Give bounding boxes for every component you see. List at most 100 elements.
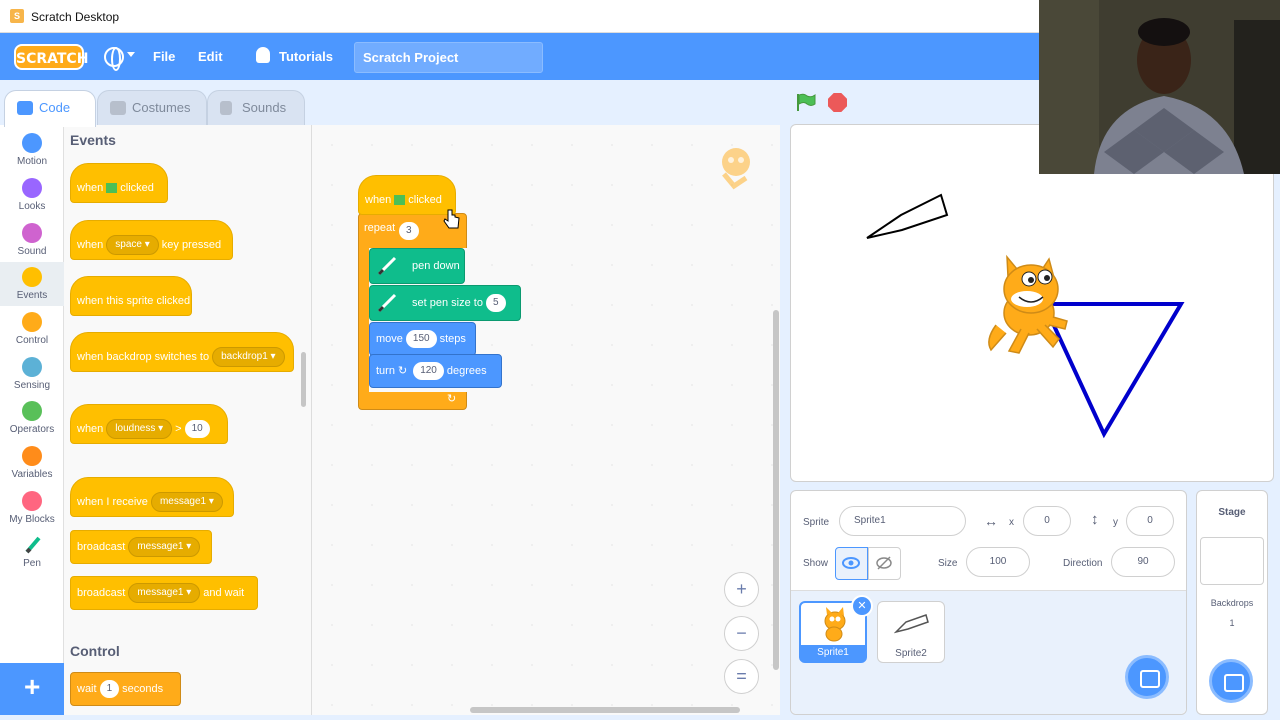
turn-degrees-block[interactable]: turn ↻ 120 degrees (369, 354, 502, 388)
category-label: Pen (23, 558, 41, 569)
size-input[interactable]: 100 (966, 547, 1030, 577)
sprite-tile-sprite2[interactable]: Sprite2 (877, 601, 945, 663)
code-icon (17, 101, 33, 115)
show-visible-button[interactable] (835, 547, 868, 580)
zoom-in-icon: + (736, 579, 747, 599)
move-steps-input[interactable]: 150 (405, 330, 437, 349)
wait-input[interactable]: 1 (99, 680, 120, 699)
variables-dot-icon (22, 446, 42, 466)
message-dropdown[interactable]: message1 ▾ (128, 537, 201, 558)
dropdown-value: message1 (137, 587, 184, 599)
when-backdrop-switches-block[interactable]: when backdrop switches to backdrop1 ▾ (70, 332, 294, 372)
key-dropdown[interactable]: space ▾ (106, 235, 159, 256)
category-label: Control (15, 335, 49, 346)
move-steps-block[interactable]: move 150 steps (369, 322, 476, 356)
category-looks[interactable]: Looks (0, 174, 64, 218)
stage-canvas[interactable] (790, 124, 1274, 482)
scratch-logo[interactable]: SCRATCH (14, 44, 88, 70)
rotate-right-icon: ↻ (397, 365, 408, 377)
zoom-in-button[interactable]: + (724, 572, 759, 607)
block-palette: Events when clicked when space ▾ key presse… (64, 125, 312, 715)
pen-down-block[interactable]: pen down (369, 248, 465, 284)
webcam-overlay (1039, 0, 1280, 174)
when-flag-clicked-block[interactable]: when clicked (70, 163, 168, 203)
file-menu[interactable]: File (153, 33, 175, 80)
show-hidden-button[interactable] (868, 547, 901, 580)
stage-thumbnail[interactable] (1200, 537, 1264, 585)
backdrops-label: Backdrops (1210, 598, 1254, 608)
category-label: Sound (17, 246, 47, 257)
stage-selector-pane[interactable]: Stage Backdrops 1 (1196, 490, 1268, 715)
category-sound[interactable]: Sound (0, 219, 64, 263)
zoom-out-button[interactable]: − (724, 616, 759, 651)
choose-backdrop-button[interactable] (1209, 659, 1253, 703)
block-text: clicked (408, 194, 442, 206)
direction-input[interactable]: 90 (1111, 547, 1175, 577)
vertical-arrows-icon: ↕ (1091, 511, 1099, 528)
my-blocks-dot-icon (22, 491, 42, 511)
block-text: wait (77, 683, 97, 695)
when-i-receive-block[interactable]: when I receive message1 ▾ (70, 477, 234, 517)
sprite-properties: Sprite Sprite1 ↔ x 0 ↕ y 0 Show Size 100… (791, 491, 1186, 591)
workspace-horizontal-scrollbar[interactable] (470, 707, 740, 713)
message-dropdown[interactable]: message1 ▾ (128, 583, 201, 604)
tab-code[interactable]: Code (4, 90, 96, 127)
code-workspace[interactable]: repeat 3 ↻ when clicked pen down set pen… (312, 125, 780, 715)
block-text: clicked (120, 182, 154, 194)
sprite-name-label: Sprite (803, 517, 830, 528)
category-motion[interactable]: Motion (0, 129, 64, 173)
zoom-out-icon: − (736, 623, 747, 643)
choose-sprite-button[interactable] (1125, 655, 1169, 699)
sprite-tile-sprite1[interactable]: ✕ Sprite1 (799, 595, 873, 663)
green-flag-button[interactable] (796, 93, 816, 111)
broadcast-block[interactable]: broadcast message1 ▾ (70, 530, 212, 564)
turn-degrees-input[interactable]: 120 (413, 362, 444, 381)
category-operators[interactable]: Operators (0, 397, 64, 441)
lightbulb-icon[interactable] (256, 47, 270, 63)
palette-scrollbar[interactable] (301, 352, 306, 407)
tab-sounds[interactable]: Sounds (207, 90, 305, 126)
wait-seconds-block[interactable]: wait 1 seconds (70, 672, 181, 706)
caret-down-icon[interactable] (127, 52, 135, 57)
broadcast-and-wait-block[interactable]: broadcast message1 ▾ and wait (70, 576, 258, 610)
category-pen[interactable]: Pen (0, 531, 64, 575)
edit-menu[interactable]: Edit (198, 33, 223, 80)
backdrop-dropdown[interactable]: backdrop1 ▾ (212, 347, 285, 368)
sprite-name-input[interactable]: Sprite1 (839, 506, 966, 536)
y-input[interactable]: 0 (1126, 506, 1174, 536)
pen-size-input[interactable]: 5 (485, 294, 506, 313)
workspace-vertical-scrollbar[interactable] (773, 310, 779, 670)
sensor-dropdown[interactable]: loudness ▾ (106, 419, 173, 440)
events-heading: Events (70, 132, 116, 148)
when-key-pressed-block[interactable]: when space ▾ key pressed (70, 220, 233, 260)
backdrops-count: 1 (1229, 618, 1235, 628)
category-sensing[interactable]: Sensing (0, 353, 64, 397)
loudness-input[interactable]: 10 (184, 420, 210, 439)
category-my-blocks[interactable]: My Blocks (0, 487, 64, 531)
sprite-info-pane: Sprite Sprite1 ↔ x 0 ↕ y 0 Show Size 100… (790, 490, 1187, 715)
project-title-input[interactable]: Scratch Project (354, 42, 543, 73)
tab-costumes[interactable]: Costumes (97, 90, 207, 126)
sprite-tile-label: Sprite1 (801, 645, 865, 661)
set-pen-size-block[interactable]: set pen size to 5 (369, 285, 521, 321)
category-variables[interactable]: Variables (0, 442, 64, 486)
add-extension-button[interactable] (0, 663, 64, 715)
sprite2-pencil-shape[interactable] (866, 193, 949, 239)
when-sprite-clicked-block[interactable]: when this sprite clicked (70, 276, 192, 316)
repeat-count-input[interactable]: 3 (399, 222, 419, 240)
when-loudness-block[interactable]: when loudness ▾ >10 (70, 404, 228, 444)
y-label: y (1113, 517, 1118, 528)
message-dropdown[interactable]: message1 ▾ (150, 492, 223, 513)
category-control[interactable]: Control (0, 308, 64, 352)
cat-thumbnail-icon (824, 607, 846, 642)
zoom-reset-button[interactable]: = (724, 659, 759, 694)
x-input[interactable]: 0 (1023, 506, 1071, 536)
when-flag-clicked-script-block[interactable]: when clicked (358, 175, 456, 215)
tutorials-menu[interactable]: Tutorials (279, 33, 333, 80)
control-heading: Control (70, 643, 120, 659)
window-title: Scratch Desktop (31, 10, 120, 24)
globe-icon[interactable] (104, 47, 124, 71)
category-events[interactable]: Events (0, 262, 64, 306)
delete-sprite-button[interactable]: ✕ (851, 595, 873, 617)
block-text: repeat (364, 222, 396, 234)
